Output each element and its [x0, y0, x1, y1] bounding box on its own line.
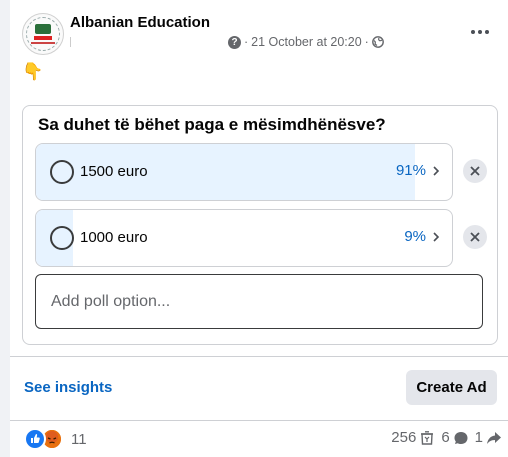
reaction-count: 11	[71, 430, 87, 448]
poll-option-label: 1000 euro	[80, 229, 148, 246]
page-avatar[interactable]	[22, 13, 64, 55]
views-count: 256	[391, 429, 417, 446]
remove-option-button[interactable]	[463, 225, 487, 249]
poll-option[interactable]: 1000 euro 9%	[35, 209, 453, 267]
see-insights-link[interactable]: See insights	[24, 379, 112, 396]
pointing-down-emoji: 👇	[22, 62, 44, 81]
add-poll-option-input[interactable]	[35, 274, 483, 329]
post-stats: 256 6 1	[391, 429, 502, 446]
post-card: Albanian Education ? · 21 October at 20:…	[10, 0, 508, 457]
close-icon	[470, 232, 480, 242]
globe-icon[interactable]	[371, 36, 384, 48]
chevron-right-icon	[433, 166, 440, 176]
like-reaction-icon	[24, 428, 46, 450]
page-name[interactable]: Albanian Education	[70, 14, 210, 31]
radio-button[interactable]	[50, 160, 74, 184]
meta-separator: ·	[244, 35, 249, 49]
poll-option[interactable]: 1500 euro 91%	[35, 143, 453, 201]
comments-stat[interactable]: 6	[441, 429, 468, 446]
comments-count: 6	[441, 429, 450, 446]
reactions-summary[interactable]: 11	[24, 428, 87, 450]
divider	[10, 356, 508, 357]
close-icon	[470, 166, 480, 176]
views-icon	[421, 430, 434, 445]
create-ad-button[interactable]: Create Ad	[406, 370, 497, 405]
radio-button[interactable]	[50, 226, 74, 250]
poll-question: Sa duhet të bëhet paga e mësimdhënësve?	[38, 115, 386, 134]
chevron-right-icon	[433, 232, 440, 242]
shares-stat[interactable]: 1	[475, 429, 502, 446]
poll-option-label: 1500 euro	[80, 163, 148, 180]
poll-option-percent: 9%	[404, 228, 426, 245]
divider	[10, 420, 508, 421]
comment-icon	[454, 431, 468, 444]
share-icon	[487, 431, 501, 444]
poll-option-percent: 91%	[395, 162, 426, 179]
meta-separator: ·	[364, 35, 369, 49]
question-icon[interactable]: ?	[228, 35, 241, 49]
poll: Sa duhet të bëhet paga e mësimdhënësve? …	[22, 105, 498, 345]
shares-count: 1	[474, 429, 483, 446]
views-stat[interactable]: 256	[391, 429, 435, 446]
more-options-button[interactable]	[465, 22, 495, 42]
divider	[70, 37, 71, 47]
remove-option-button[interactable]	[463, 159, 487, 183]
post-meta: ? · 21 October at 20:20 ·	[228, 35, 384, 49]
post-timestamp[interactable]: 21 October at 20:20	[251, 35, 362, 49]
